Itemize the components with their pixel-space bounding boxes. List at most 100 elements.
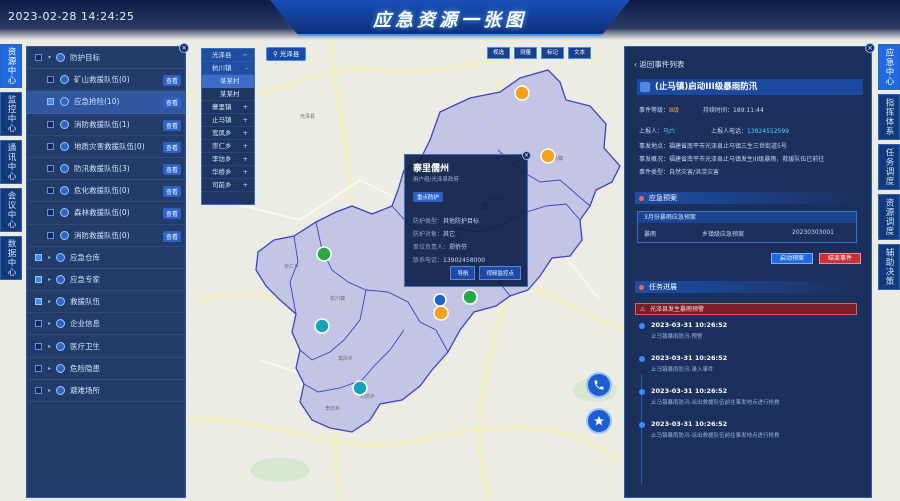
video-monitor-button[interactable]: 视频监控点 — [479, 266, 521, 280]
township-item[interactable]: 某某村 — [202, 75, 254, 88]
collapse-icon[interactable]: - — [246, 62, 248, 75]
township-item[interactable]: 华桥乡 + — [202, 166, 254, 179]
tree-item[interactable]: ▸ 危险隐患 — [27, 358, 185, 380]
event-reporter-phone: 上报人电话：13824552599 — [711, 126, 789, 135]
tree-checkbox[interactable] — [35, 298, 42, 306]
tree-checkbox[interactable] — [35, 54, 42, 62]
tree-item[interactable]: ▸ 医疗卫生 — [27, 335, 185, 358]
chevron-right-icon[interactable]: ▸ — [48, 365, 56, 372]
township-item[interactable]: 鸾凤乡 + — [202, 127, 254, 140]
right-nav-emergency-center[interactable]: 应急中心 — [878, 44, 900, 90]
tree-item[interactable]: ▸ 避难场所 — [27, 380, 185, 402]
tree-item[interactable]: 地质灾害救援队伍(0) 查看 — [27, 136, 185, 158]
tool-select-button[interactable]: 视选 — [487, 47, 511, 59]
left-nav-comm-center[interactable]: 通讯中心 — [0, 140, 22, 184]
tree-checkbox[interactable] — [47, 120, 54, 128]
view-button[interactable]: 查看 — [162, 208, 181, 220]
popup-key: 防护对象： — [413, 231, 444, 238]
tree-item[interactable]: 防汛救援队伍(3) 查看 — [27, 158, 185, 181]
phone-call-button[interactable] — [586, 372, 612, 398]
tree-checkbox[interactable] — [35, 320, 42, 328]
view-button[interactable]: 查看 — [162, 75, 181, 87]
expand-icon[interactable]: + — [243, 127, 248, 140]
tree-checkbox[interactable] — [35, 364, 42, 372]
right-nav-command-system[interactable]: 指挥体系 — [878, 94, 900, 140]
expand-icon[interactable]: + — [243, 179, 248, 192]
expand-icon[interactable]: + — [243, 101, 248, 114]
category-icon — [56, 252, 65, 262]
tool-mark-button[interactable]: 标记 — [541, 47, 565, 59]
left-nav-monitor-center[interactable]: 监控中心 — [0, 92, 22, 136]
tree-checkbox[interactable] — [35, 253, 42, 261]
tree-item[interactable]: ▸ 救援队伍 — [27, 291, 185, 314]
tree-item[interactable]: 应急抢险(10) 查看 — [27, 91, 185, 114]
chevron-right-icon[interactable]: ▸ — [48, 343, 56, 350]
tool-text-button[interactable]: 文本 — [568, 47, 592, 59]
tree-checkbox[interactable] — [35, 386, 42, 394]
chevron-down-icon[interactable]: ▾ — [48, 54, 56, 61]
tree-checkbox[interactable] — [47, 209, 54, 217]
tree-item[interactable]: ▸ 应急专家 — [27, 269, 185, 292]
county-filter-pill[interactable]: ⚲ 光泽县 — [266, 47, 307, 61]
collapse-icon[interactable]: − — [243, 49, 248, 62]
expand-icon[interactable]: + — [243, 140, 248, 153]
favorite-button[interactable] — [586, 408, 612, 434]
navigate-button[interactable]: 导航 — [450, 266, 476, 280]
tree-checkbox[interactable] — [35, 342, 42, 350]
tree-checkbox[interactable] — [47, 76, 54, 84]
township-item[interactable]: 崇仁乡 + — [202, 140, 254, 153]
timeline-time: 2023-03-31 10:26:52 — [651, 354, 728, 362]
tree-item[interactable]: 消防救援队伍(1) 查看 — [27, 114, 185, 136]
chevron-right-icon[interactable]: ▸ — [48, 387, 56, 394]
chevron-right-icon[interactable]: ▸ — [48, 276, 56, 283]
view-button[interactable]: 查看 — [162, 186, 181, 198]
chevron-right-icon[interactable]: ▸ — [48, 298, 56, 305]
chevron-right-icon[interactable]: ▸ — [48, 254, 56, 261]
popup-close-icon[interactable]: × — [522, 151, 531, 160]
view-button[interactable]: 查看 — [162, 163, 181, 175]
township-item[interactable]: 杭川镇 - — [202, 62, 254, 75]
right-nav-task-dispatch[interactable]: 任务调度 — [878, 144, 900, 190]
tree-checkbox[interactable] — [47, 231, 54, 239]
expand-icon[interactable]: + — [243, 114, 248, 127]
tree-item[interactable]: 消防救援队伍(0) 查看 — [27, 225, 185, 247]
township-dropdown[interactable]: 光泽县 − 杭川镇 - 某某村 某某村 寨里镇 + 止马镇 + 鸾凤乡 + 崇仁乡 + 李坊乡 + 华桥乡 + 司… — [201, 48, 255, 205]
start-plan-button[interactable]: 启动预案 — [771, 253, 814, 264]
tree-checkbox[interactable] — [47, 98, 54, 106]
township-item[interactable]: 司前乡 + — [202, 179, 254, 192]
view-button[interactable]: 查看 — [162, 97, 181, 109]
tree-checkbox[interactable] — [47, 165, 54, 173]
view-button[interactable]: 查看 — [162, 141, 181, 153]
right-nav-resource-dispatch[interactable]: 资源调度 — [878, 194, 900, 240]
view-button[interactable]: 查看 — [162, 230, 181, 242]
tree-checkbox[interactable] — [47, 187, 54, 195]
tree-item[interactable]: 危化救援队伍(0) 查看 — [27, 180, 185, 203]
view-button[interactable]: 查看 — [162, 119, 181, 131]
tree-item[interactable]: ▸ 企业信息 — [27, 313, 185, 336]
tree-item[interactable]: ▾ 防护目标 — [27, 47, 185, 70]
chevron-right-icon[interactable]: ▸ — [48, 320, 56, 327]
township-item[interactable]: 某某村 — [202, 88, 254, 101]
left-nav-resource-center[interactable]: 资源中心 — [0, 44, 22, 88]
tool-measure-button[interactable]: 测量 — [514, 47, 538, 59]
category-icon — [56, 297, 65, 307]
tree-item[interactable]: 森林救援队伍(0) 查看 — [27, 202, 185, 225]
township-dropdown-header[interactable]: 光泽县 − — [202, 49, 254, 62]
township-item[interactable]: 止马镇 + — [202, 114, 254, 127]
back-to-event-list[interactable]: ‹ 返回事件列表 — [625, 47, 871, 70]
township-item[interactable]: 寨里镇 + — [202, 101, 254, 114]
expand-icon[interactable]: + — [243, 166, 248, 179]
left-nav-meeting-center[interactable]: 会议中心 — [0, 188, 22, 232]
tree-item[interactable]: ▸ 应急仓库 — [27, 247, 185, 269]
township-item[interactable]: 李坊乡 + — [202, 153, 254, 166]
tree-item-label: 消防救援队伍(0) — [74, 230, 130, 240]
plan-row[interactable]: 暴雨 乡镇级应急预案 20230303001 — [638, 223, 856, 238]
expand-icon[interactable]: + — [243, 153, 248, 166]
tree-checkbox[interactable] — [35, 275, 42, 283]
tree-checkbox[interactable] — [47, 142, 54, 150]
tree-item[interactable]: 矿山救援队伍(0) 查看 — [27, 69, 185, 92]
panel-close-icon[interactable]: × — [865, 43, 875, 53]
end-event-button[interactable]: 结束事件 — [819, 253, 862, 264]
right-nav-decision-support[interactable]: 辅助决策 — [878, 244, 900, 290]
left-nav-data-center[interactable]: 数据中心 — [0, 236, 22, 280]
